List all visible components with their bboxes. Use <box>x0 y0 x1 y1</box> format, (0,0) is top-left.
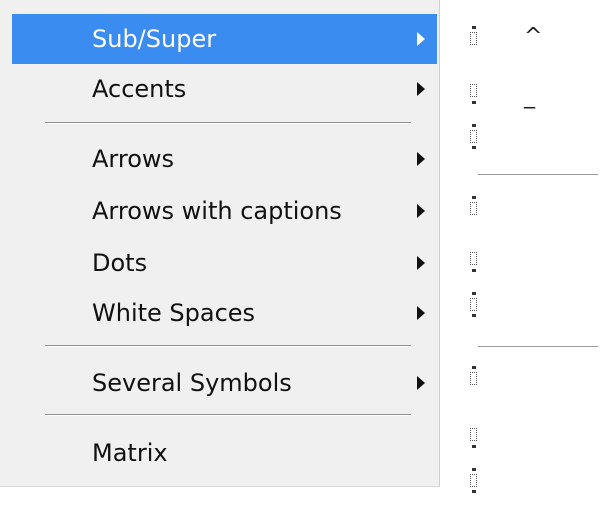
menu-item-label: Several Symbols <box>92 369 292 397</box>
submenu-arrow-icon <box>417 256 425 270</box>
menu-item-label: Dots <box>92 249 148 277</box>
menu-item-several-symbols[interactable]: Several Symbols <box>12 358 437 408</box>
menu-item-arrows[interactable]: Arrows <box>12 134 437 184</box>
sub-super-template-icon[interactable] <box>468 292 480 322</box>
submenu-arrow-icon <box>417 306 425 320</box>
sub-super-template-icon[interactable] <box>468 124 480 154</box>
menu-item-white-spaces[interactable]: White Spaces <box>12 288 437 338</box>
submenu-separator <box>478 346 598 347</box>
subscript-template-icon[interactable] <box>468 428 480 454</box>
menu-item-sub-super[interactable]: Sub/Super <box>12 14 437 64</box>
menu-item-dots[interactable]: Dots <box>12 238 437 288</box>
submenu-arrow-icon <box>417 376 425 390</box>
submenu-arrow-icon <box>417 82 425 96</box>
menu-item-matrix[interactable]: Matrix <box>12 428 437 478</box>
underscore-symbol[interactable]: _ <box>524 84 535 109</box>
menu-item-accents[interactable]: Accents <box>12 64 437 114</box>
superscript-template-icon[interactable] <box>468 26 480 52</box>
sub-super-submenu: ^ _ <box>441 0 602 512</box>
submenu-separator <box>478 174 598 175</box>
superscript-template-icon[interactable] <box>468 366 480 392</box>
subscript-template-icon[interactable] <box>468 252 480 278</box>
menu-item-label: Sub/Super <box>92 25 217 53</box>
superscript-template-icon[interactable] <box>468 196 480 222</box>
menu-separator <box>45 345 411 347</box>
menu-item-label: Arrows <box>92 145 175 173</box>
menu-item-arrows-with-captions[interactable]: Arrows with captions <box>12 186 437 236</box>
menu-item-label: Accents <box>92 75 187 103</box>
submenu-arrow-icon <box>417 152 425 166</box>
sub-super-template-icon[interactable] <box>468 468 480 498</box>
menu-separator <box>45 122 411 124</box>
menu-item-label: Arrows with captions <box>92 197 342 225</box>
caret-symbol[interactable]: ^ <box>524 24 542 49</box>
subscript-template-icon[interactable] <box>468 84 480 110</box>
menu-item-label: White Spaces <box>92 299 256 327</box>
submenu-arrow-icon <box>417 32 425 46</box>
context-menu: Sub/Super Accents Arrows Arrows with cap… <box>0 0 440 487</box>
submenu-arrow-icon <box>417 204 425 218</box>
menu-separator <box>45 414 411 416</box>
menu-item-label: Matrix <box>92 439 168 467</box>
